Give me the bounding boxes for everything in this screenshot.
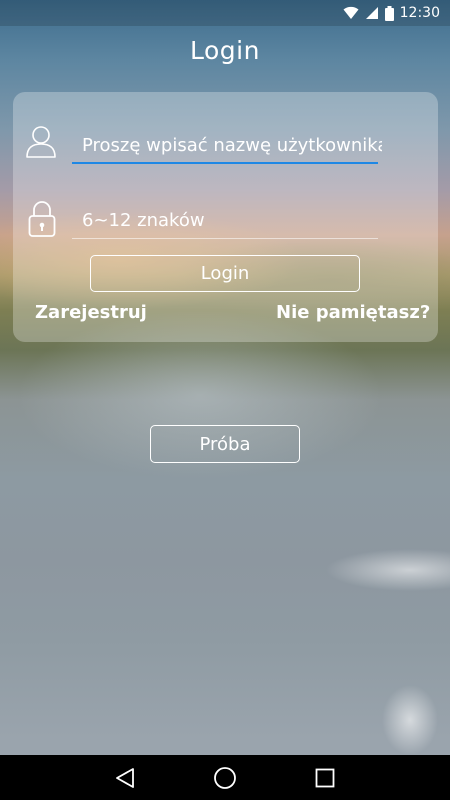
password-underline <box>72 238 378 239</box>
back-icon <box>116 767 134 788</box>
battery-icon <box>384 5 394 21</box>
recents-button[interactable] <box>295 755 355 800</box>
status-bar: 12:30 <box>0 0 450 26</box>
lock-icon <box>28 201 56 237</box>
back-button[interactable] <box>95 755 155 800</box>
forgot-password-link[interactable]: Nie pamiętasz? <box>276 302 430 323</box>
username-underline <box>72 162 378 164</box>
home-icon <box>214 766 236 789</box>
home-button[interactable] <box>195 755 255 800</box>
trial-button[interactable]: Próba <box>150 425 300 463</box>
register-link[interactable]: Zarejestruj <box>35 302 147 323</box>
username-input[interactable] <box>82 132 382 158</box>
password-input[interactable] <box>82 207 382 233</box>
page-title: Login <box>190 36 260 65</box>
recents-icon <box>315 768 335 787</box>
status-icons: 12:30 <box>343 4 440 22</box>
user-icon <box>26 126 56 158</box>
wifi-icon <box>343 6 359 20</box>
status-time: 12:30 <box>399 5 440 21</box>
login-button[interactable]: Login <box>90 255 360 292</box>
navigation-bar <box>0 755 450 800</box>
cell-signal-icon <box>365 7 378 19</box>
